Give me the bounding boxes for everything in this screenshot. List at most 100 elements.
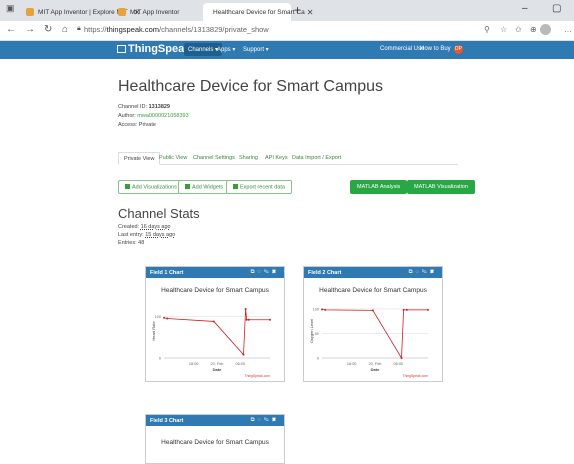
tab-data-import-export[interactable]: Data Import / Export — [287, 152, 346, 165]
field-1-chart-card: Field 1 Chart ⧉◌✎✖ Healthcare Device for… — [145, 266, 285, 382]
browser-toolbar: ← → ↻ ⌂ 🔒︎ https://thingspeak.com/channe… — [0, 21, 574, 41]
x-tick-label: 06:00 — [394, 362, 404, 366]
x-axis-label: Date — [213, 367, 222, 372]
channel-id-value: 1313829 — [148, 104, 170, 110]
chart-credit: ThingSpeak.com — [245, 374, 271, 378]
edit-icon[interactable]: ✎ — [264, 269, 272, 275]
lock-icon[interactable]: 🔒︎ — [77, 25, 81, 33]
data-point — [371, 309, 374, 312]
url-path: /channels/1313829/private_show — [159, 25, 269, 34]
user-initials-badge: DP — [454, 45, 463, 54]
channel-access: Access: Private — [118, 122, 156, 128]
channel-tabs: Private View Public View Channel Setting… — [118, 152, 458, 165]
field-3-chart-body: Healthcare Device for Smart Campus — [146, 426, 284, 463]
y-tick-label: 100 — [313, 307, 319, 311]
page-title: Healthcare Device for Smart Campus — [118, 78, 383, 95]
y-tick-label: 0 — [317, 357, 319, 361]
collections-icon[interactable]: ⊕ — [530, 25, 537, 34]
chart-actions: ⧉◌✎✖ — [251, 269, 279, 276]
close-icon[interactable]: ✖ — [272, 269, 279, 275]
maximize-icon[interactable]: ▢ — [552, 3, 561, 14]
url-host: thingspeak.com — [106, 25, 160, 34]
nav-how-to-buy[interactable]: How to Buy — [420, 46, 451, 52]
close-icon[interactable]: ✕ — [307, 8, 314, 17]
nav-support[interactable]: Support ▾ — [243, 46, 269, 53]
more-icon[interactable]: … — [564, 25, 572, 34]
tab-channel-settings[interactable]: Channel Settings — [188, 152, 240, 165]
tab-sharing[interactable]: Sharing — [234, 152, 263, 165]
add-widgets-label: Add Widgets — [192, 184, 224, 191]
data-point — [400, 357, 403, 359]
browser-tab-2-label: MIT App Inventor — [130, 8, 180, 16]
open-external-icon[interactable]: ⧉ — [409, 269, 416, 275]
plus-icon — [185, 184, 190, 189]
x-tick-label: 18:00 — [347, 362, 357, 366]
x-tick-label: 06:00 — [236, 362, 246, 366]
nav-commercial-use[interactable]: Commercial Use — [380, 46, 424, 52]
home-icon[interactable]: ⌂ — [62, 24, 68, 35]
add-visualizations-button[interactable]: Add Visualizations — [118, 180, 184, 194]
thingspeak-header: ThingSpeak™ Channels ▾ Apps ▾ Support ▾ … — [0, 41, 574, 59]
add-widgets-button[interactable]: Add Widgets — [178, 180, 231, 194]
close-icon[interactable]: ✖ — [272, 417, 279, 423]
field-2-chart-body: Healthcare Device for Smart Campus 100 50… — [304, 278, 442, 381]
series-line — [163, 308, 270, 356]
tab-public-view[interactable]: Public View — [154, 152, 192, 165]
export-icon — [233, 184, 238, 189]
favorite-star-icon[interactable]: ☆ — [500, 25, 507, 34]
field-1-chart-svg[interactable]: 100 0 18:00 20. Feb 06:00 Date Heart Rate Thing… — [146, 278, 284, 382]
field-1-chart-header-title: Field 1 Chart — [150, 270, 184, 276]
last-entry-label: Last entry: — [118, 232, 144, 238]
data-point — [244, 307, 247, 310]
y-axis-label: Heart Rate — [151, 321, 156, 341]
data-point — [247, 318, 250, 321]
address-bar[interactable]: https://thingspeak.com/channels/1313829/… — [84, 25, 269, 34]
stat-last-entry: Last entry: 15 days ago — [118, 232, 175, 238]
field-2-chart-svg[interactable]: 100 50 0 18:00 20. Feb 06:00 Date Oxygen Level T… — [304, 278, 442, 382]
field-2-chart-header: Field 2 Chart ⧉◌✎✖ — [304, 267, 442, 278]
browser-tabstrip: ▣ MIT App Inventor | Explore MIT ✕ MIT A… — [0, 0, 574, 21]
created-label: Created: — [118, 224, 140, 230]
matlab-visualization-button[interactable]: MATLAB Visualization — [407, 180, 475, 194]
channel-author: Author: mwa0000021058393 — [118, 113, 189, 119]
browser-tab-3-label: Healthcare Device for Smart Ca — [213, 8, 305, 16]
reload-icon[interactable]: ↻ — [44, 24, 52, 35]
new-tab-icon[interactable]: + — [294, 3, 301, 17]
chart-actions: ⧉◌✎✖ — [251, 417, 279, 424]
channel-id-label: Channel ID: — [118, 104, 148, 110]
chart-credit: ThingSpeak.com — [403, 374, 429, 378]
channel-stats-title: Channel Stats — [118, 206, 200, 221]
y-tick-label: 50 — [315, 332, 319, 336]
close-icon[interactable]: ✖ — [430, 269, 437, 275]
back-icon[interactable]: ← — [6, 24, 16, 35]
data-point — [427, 308, 429, 311]
browser-tab-3[interactable]: Healthcare Device for Smart Ca ✕ — [203, 3, 313, 21]
nav-apps[interactable]: Apps ▾ — [217, 46, 235, 53]
user-menu[interactable]: DP — [454, 45, 463, 54]
profile-avatar[interactable] — [540, 24, 551, 35]
data-point — [245, 318, 248, 321]
forward-icon[interactable]: → — [25, 24, 35, 35]
export-recent-data-button[interactable]: Export recent data — [226, 180, 292, 194]
edit-icon[interactable]: ✎ — [422, 269, 430, 275]
edit-icon[interactable]: ✎ — [264, 417, 272, 423]
sidebar-toggle-icon[interactable]: ▣ — [6, 3, 15, 14]
data-point — [402, 308, 405, 311]
author-link[interactable]: mwa0000021058393 — [137, 113, 188, 119]
x-tick-label: 18:00 — [189, 362, 199, 366]
y-tick-label: 100 — [155, 315, 161, 319]
export-label: Export recent data — [240, 184, 285, 191]
x-axis-label: Date — [371, 367, 380, 372]
x-tick-label: 20. Feb — [211, 362, 224, 366]
open-external-icon[interactable]: ⧉ — [251, 269, 258, 275]
data-point — [405, 308, 408, 311]
favorites-icon[interactable]: ✩ — [515, 25, 522, 34]
chart-actions: ⧉◌✎✖ — [409, 269, 437, 276]
y-tick-label: 0 — [159, 357, 161, 361]
minimize-icon[interactable]: – — [522, 3, 528, 14]
open-external-icon[interactable]: ⧉ — [251, 417, 258, 423]
field-3-chart-card: Field 3 Chart ⧉◌✎✖ Healthcare Device for… — [145, 414, 285, 464]
last-entry-value: 15 days ago — [145, 232, 176, 238]
matlab-analysis-button[interactable]: MATLAB Analysis — [350, 180, 408, 194]
zoom-icon[interactable]: ⚲ — [484, 25, 490, 34]
